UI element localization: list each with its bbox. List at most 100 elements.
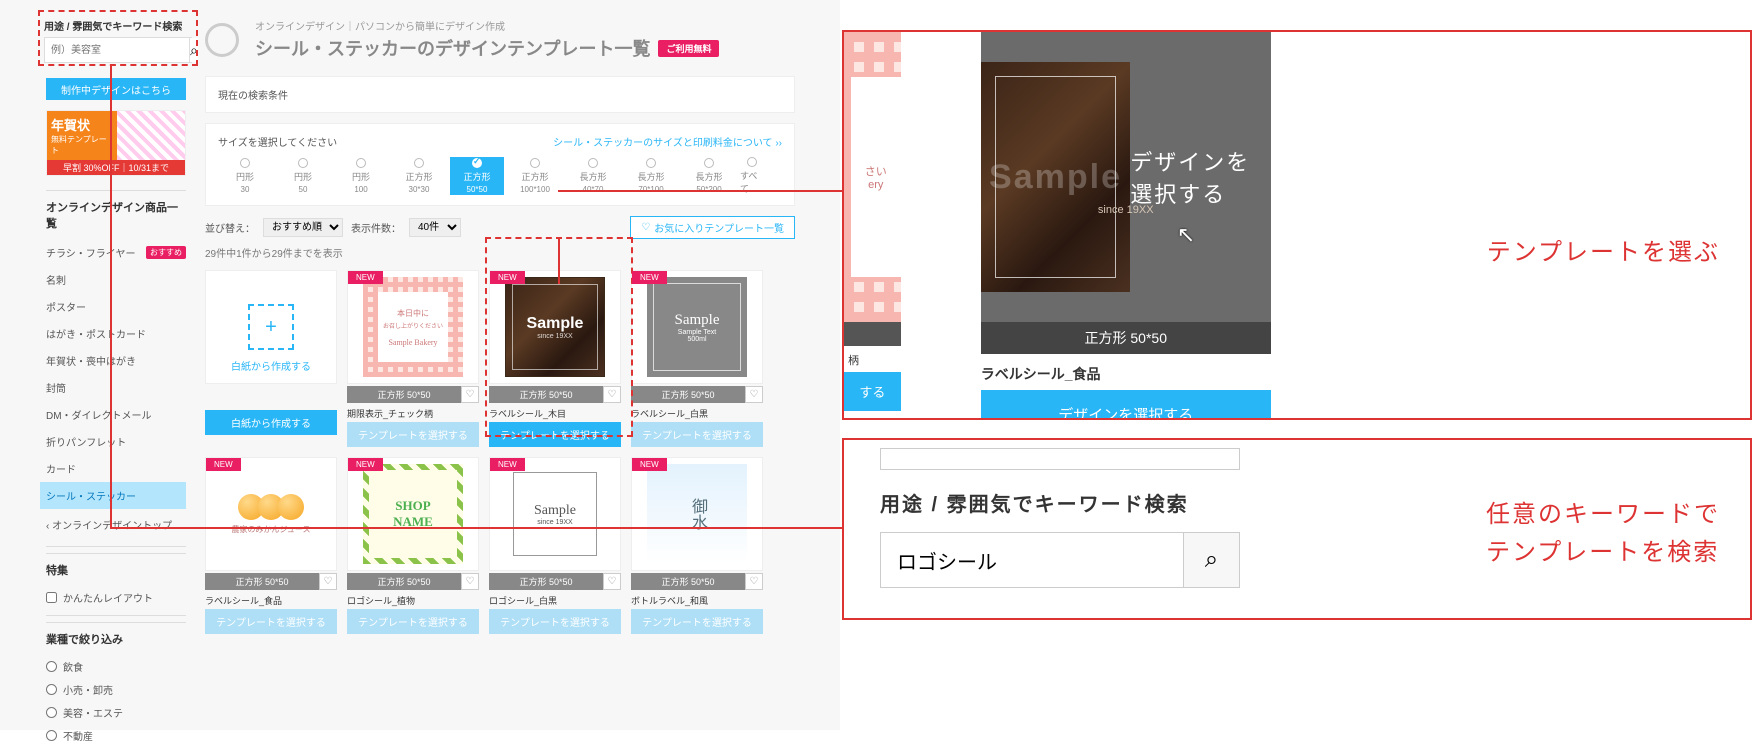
breadcrumb: オンラインデザイン｜パソコンから簡単にデザイン作成 <box>255 18 719 33</box>
sidebar-item[interactable]: はがき・ポストカード <box>46 320 186 347</box>
blank-create-button[interactable]: 白紙から作成する <box>205 410 337 435</box>
sidebar-item[interactable]: DM・ダイレクトメール <box>46 401 186 428</box>
industry-radio[interactable] <box>46 661 57 672</box>
favorite-toggle[interactable]: ♡ <box>603 386 621 403</box>
select-template-button[interactable]: テンプレートを選択する <box>631 609 763 634</box>
callout1-template-name: ラベルシール_食品 <box>981 354 1274 390</box>
template-thumb[interactable]: NEW御水 <box>631 457 763 571</box>
size-option[interactable]: 円形30 <box>218 157 272 195</box>
industry-radio-item[interactable]: 不動産 <box>46 724 186 747</box>
callout1-select-button[interactable]: デザインを選択する <box>981 390 1271 420</box>
favorite-toggle[interactable]: ♡ <box>603 573 621 590</box>
template-size: 正方形 50*50 <box>347 573 461 590</box>
promo-image <box>117 111 185 160</box>
promo-bottom-text: 早割 30%OFF｜10/31まで <box>47 160 185 175</box>
sidebar-feature-title: 特集 <box>46 553 186 586</box>
favorite-toggle[interactable]: ♡ <box>461 573 479 590</box>
callout1-caption: テンプレートを選ぶ <box>1487 232 1720 267</box>
sidebar-item[interactable]: 名刺 <box>46 266 186 293</box>
template-card: NEWSamplesince 19XX正方形 50*50♡ロゴシール_白黒テンプ… <box>489 457 621 634</box>
template-name: ラベルシール_食品 <box>205 590 337 609</box>
sidebar-back-link[interactable]: オンラインデザイントップ <box>46 509 186 540</box>
favorite-toggle[interactable]: ♡ <box>319 573 337 590</box>
select-template-button[interactable]: テンプレートを選択する <box>489 422 621 447</box>
keyword-search-input[interactable] <box>45 38 189 62</box>
radio-icon <box>646 158 656 168</box>
size-option[interactable]: 正方形50*50 <box>450 157 504 195</box>
feature-checkbox[interactable] <box>46 592 57 603</box>
callout1-left-select-button[interactable]: する <box>844 372 901 411</box>
industry-radio[interactable] <box>46 730 57 741</box>
blank-thumb[interactable]: +白紙から作成する <box>205 270 337 384</box>
promo-banner[interactable]: 年賀状無料テンプレート 早割 30%OFF｜10/31まで <box>46 110 186 176</box>
industry-radio[interactable] <box>46 707 57 718</box>
sidebar-item[interactable]: 年賀状・喪中はがき <box>46 347 186 374</box>
logo-icon <box>205 23 239 57</box>
select-template-button[interactable]: テンプレートを選択する <box>489 609 621 634</box>
template-thumb[interactable]: NEWSamplesince 19XX <box>489 457 621 571</box>
size-option[interactable]: 長方形40*70 <box>566 157 620 195</box>
industry-radio-item[interactable]: 美容・エステ <box>46 701 186 724</box>
radio-icon <box>240 158 250 168</box>
size-option[interactable]: 正方形30*30 <box>392 157 446 195</box>
feature-label: かんたんレイアウト <box>63 590 153 605</box>
select-template-button[interactable]: テンプレートを選択する <box>631 422 763 447</box>
size-option[interactable]: 長方形50*200 <box>682 157 736 195</box>
select-template-button[interactable]: テンプレートを選択する <box>347 422 479 447</box>
current-conditions-panel: 現在の検索条件 <box>205 76 795 113</box>
callout-template-select: さいery 柄 する Sample デザインを選択する since 19XX ↖… <box>842 30 1752 420</box>
favorite-toggle[interactable]: ♡ <box>745 573 763 590</box>
template-size: 正方形 50*50 <box>205 573 319 590</box>
size-pricing-link[interactable]: シール・ステッカーのサイズと印刷料金について <box>553 134 782 149</box>
template-grid: +白紙から作成する白紙から作成するNEW本日中にお召し上がりくださいSample… <box>205 270 795 634</box>
favorite-toggle[interactable]: ♡ <box>745 386 763 403</box>
search-icon: ⌕ <box>1205 546 1218 573</box>
keyword-search-button[interactable]: ⌕ <box>189 38 198 62</box>
favorite-toggle[interactable]: ♡ <box>461 386 479 403</box>
sidebar: オンラインデザイン商品一覧 チラシ・フライヤーおすすめ名刺ポスターはがき・ポスト… <box>46 190 186 747</box>
select-template-button[interactable]: テンプレートを選択する <box>347 609 479 634</box>
callout1-thumb-hover[interactable]: Sample デザインを選択する since 19XX ↖ <box>981 32 1271 322</box>
size-option[interactable]: 円形50 <box>276 157 330 195</box>
size-option[interactable]: 円形100 <box>334 157 388 195</box>
callout2-search-input[interactable] <box>881 533 1183 587</box>
sort-label: 並び替え： <box>205 220 255 235</box>
sidebar-products-title: オンラインデザイン商品一覧 <box>46 190 186 239</box>
plus-icon: + <box>248 304 294 350</box>
app-screenshot: 用途 / 雰囲気でキーワード検索 ⌕ 制作中デザインはこちら 年賀状無料テンプレ… <box>0 0 840 730</box>
industry-radio-item[interactable]: 小売・卸売 <box>46 678 186 701</box>
sidebar-item[interactable]: チラシ・フライヤーおすすめ <box>46 239 186 266</box>
radio-icon <box>298 158 308 168</box>
template-thumb[interactable]: NEW農家のみかんジュース <box>205 457 337 571</box>
template-thumb[interactable]: NEWSHOPNAME <box>347 457 479 571</box>
industry-radio-item[interactable]: 飲食 <box>46 655 186 678</box>
new-badge: NEW <box>348 271 383 284</box>
callout2-search-row: ⌕ <box>880 532 1240 588</box>
template-card: NEWSampleSample Text500ml正方形 50*50♡ラベルシー… <box>631 270 763 447</box>
sidebar-item[interactable]: ポスター <box>46 293 186 320</box>
favorites-button[interactable]: お気に入りテンプレート一覧 <box>630 216 795 239</box>
template-thumb[interactable]: NEW本日中にお召し上がりくださいSample Bakery <box>347 270 479 384</box>
sidebar-item[interactable]: 封筒 <box>46 374 186 401</box>
template-thumb[interactable]: NEWSamplesince 19XX <box>489 270 621 384</box>
size-option[interactable]: 長方形70*100 <box>624 157 678 195</box>
sort-select[interactable]: おすすめ順 <box>263 218 343 237</box>
page-title: シール・ステッカーのデザインテンプレート一覧 <box>255 35 650 61</box>
in-progress-designs-button[interactable]: 制作中デザインはこちら <box>46 78 186 100</box>
feature-checkbox-item[interactable]: かんたんレイアウト <box>46 586 186 609</box>
sidebar-item[interactable]: 折りパンフレット <box>46 428 186 455</box>
select-template-button[interactable]: テンプレートを選択する <box>205 609 337 634</box>
sidebar-item[interactable]: カード <box>46 455 186 482</box>
sidebar-item[interactable]: シール・ステッカー <box>40 482 186 509</box>
new-badge: NEW <box>632 458 667 471</box>
callout2-search-button[interactable]: ⌕ <box>1183 533 1239 587</box>
size-option-all[interactable]: すべて <box>740 157 764 195</box>
count-select[interactable]: 40件 <box>409 218 461 237</box>
size-option[interactable]: 正方形100*100 <box>508 157 562 195</box>
blank-create-card: +白紙から作成する白紙から作成する <box>205 270 337 447</box>
industry-radio[interactable] <box>46 684 57 695</box>
template-size: 正方形 50*50 <box>347 386 461 403</box>
template-thumb[interactable]: NEWSampleSample Text500ml <box>631 270 763 384</box>
callout1-size-bar: 正方形 50*50 <box>981 322 1271 354</box>
radio-icon <box>472 158 482 168</box>
